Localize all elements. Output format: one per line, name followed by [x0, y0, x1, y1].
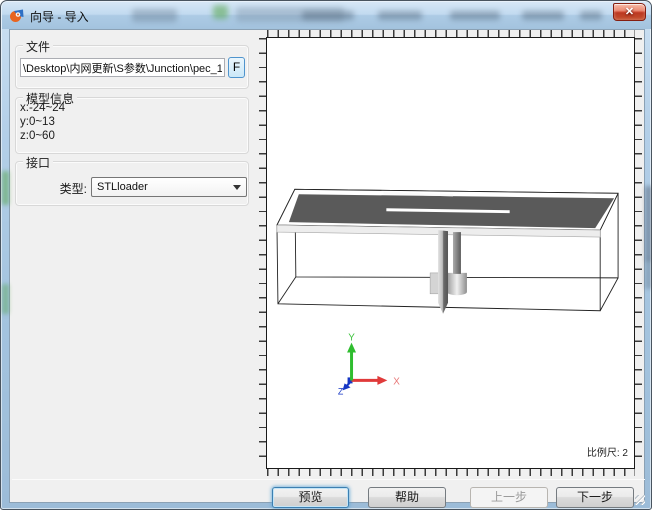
glass-artifact — [378, 11, 422, 20]
resize-grip[interactable] — [635, 495, 645, 505]
ruler-right — [635, 38, 642, 468]
browse-file-button[interactable]: F — [228, 57, 245, 78]
glass-artifact — [2, 284, 9, 314]
axis-triad: Y X Z — [338, 333, 400, 397]
help-button[interactable]: 帮助 — [368, 487, 446, 508]
model-x-range: x:-24~24 — [20, 102, 65, 114]
scale-label: 比例尺: 2 — [587, 444, 628, 459]
glass-artifact — [450, 11, 500, 20]
ruler-top — [267, 30, 635, 37]
type-label: 类型: — [21, 180, 87, 197]
model-z-range: z:0~60 — [20, 130, 55, 142]
glass-artifact — [522, 11, 564, 20]
axis-z-label: Z — [338, 386, 344, 396]
app-icon — [10, 8, 25, 23]
previous-button[interactable]: 上一步 — [470, 487, 548, 508]
axis-y-label: Y — [348, 333, 355, 344]
footer-separator — [12, 479, 645, 480]
glass-artifact — [645, 259, 652, 289]
model-3d-render: Y X Z — [267, 38, 634, 468]
title-bar — [2, 2, 652, 29]
model-y-range: y:0~13 — [20, 116, 55, 128]
next-button[interactable]: 下一步 — [556, 487, 634, 508]
glass-artifact — [132, 9, 177, 22]
glass-artifact — [213, 5, 228, 19]
glass-artifact — [2, 171, 9, 205]
axis-x-label: X — [393, 376, 400, 387]
interface-group-label: 接口 — [23, 154, 53, 171]
import-wizard-dialog: 向导 - 导入 ✕ 文件 F 模型信息 x:-24~24 y:0~13 z:0~… — [0, 0, 652, 510]
close-icon: ✕ — [625, 6, 634, 18]
glass-artifact — [302, 11, 354, 20]
window-title: 向导 - 导入 — [30, 8, 89, 25]
ruler-left — [259, 38, 266, 468]
glass-artifact — [645, 186, 652, 261]
chevron-down-icon — [233, 185, 241, 190]
close-button[interactable]: ✕ — [613, 3, 646, 21]
file-group-label: 文件 — [23, 38, 53, 55]
type-dropdown[interactable]: STLloader — [91, 177, 247, 197]
preview-viewport[interactable]: Y X Z 比例尺: 2 — [266, 37, 635, 469]
preview-button[interactable]: 预览 — [272, 487, 349, 508]
file-path-input[interactable] — [20, 58, 225, 77]
ruler-bottom — [267, 469, 635, 476]
glass-artifact — [580, 11, 602, 20]
type-dropdown-value: STLloader — [97, 181, 148, 193]
